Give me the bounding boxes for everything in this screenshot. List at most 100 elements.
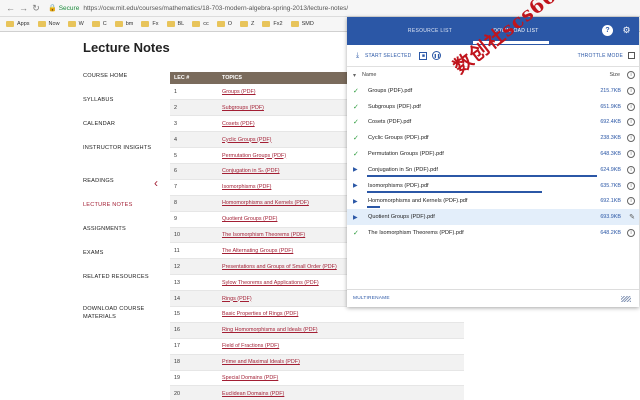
info-icon[interactable]: i: [627, 118, 635, 127]
multirename-button[interactable]: MULTIRENAME: [353, 296, 390, 301]
table-row: 20 Euclidean Domains (PDF): [170, 385, 464, 400]
bookmark-item[interactable]: W: [67, 21, 84, 27]
bookmark-item[interactable]: SMD: [290, 21, 314, 27]
reload-icon[interactable]: ↻: [32, 3, 40, 13]
file-size: 651.9KB: [600, 103, 621, 110]
lecture-topic-link[interactable]: Cyclic Groups (PDF): [222, 137, 271, 143]
bookmark-item[interactable]: Fx: [141, 21, 159, 27]
play-icon[interactable]: ▶: [353, 182, 363, 189]
lecture-topic-link[interactable]: The Isomorphism Theorems (PDF): [222, 232, 305, 238]
file-size: 692.4KB: [600, 119, 621, 126]
info-icon[interactable]: i: [627, 150, 635, 159]
bookmark-item[interactable]: Fx2: [262, 21, 283, 27]
info-icon[interactable]: i: [627, 229, 635, 238]
lecture-topic-link[interactable]: Basic Properties of Rings (PDF): [222, 311, 298, 317]
info-icon[interactable]: i: [627, 197, 635, 206]
bookmark-item[interactable]: Apps: [6, 21, 30, 27]
play-icon[interactable]: ▶: [353, 198, 363, 205]
lecture-topic-link[interactable]: Rings (PDF): [222, 296, 252, 302]
pause-icon[interactable]: ❚❚: [432, 51, 442, 60]
lecture-topic-link[interactable]: Isomorphisms (PDF): [222, 184, 271, 190]
file-name: Isomorphisms (PDF).pdf: [368, 182, 429, 189]
bookmark-item[interactable]: cc: [192, 21, 209, 27]
list-item[interactable]: ✓ Permutation Groups (PDF).pdf 648.3KB i: [347, 146, 639, 162]
nav-item-related-resources[interactable]: RELATED RESOURCES: [83, 273, 161, 281]
lecture-topic-link[interactable]: Groups (PDF): [222, 89, 256, 95]
lecture-topic-link[interactable]: Field of Fractions (PDF): [222, 343, 279, 349]
list-item[interactable]: ✓ Groups (PDF).pdf 215.7KB i: [347, 83, 639, 99]
bookmark-item[interactable]: BL: [166, 21, 184, 27]
bookmark-item[interactable]: C: [91, 21, 107, 27]
list-item[interactable]: ✓ Cyclic Groups (PDF).pdf 238.3KB i: [347, 130, 639, 146]
nav-item-download-course-materials[interactable]: DOWNLOAD COURSE MATERIALS: [83, 305, 161, 321]
lecture-topic-link[interactable]: Special Domains (PDF): [222, 375, 278, 381]
lecture-number: 8: [170, 195, 218, 212]
back-icon[interactable]: ←: [6, 3, 15, 13]
nav-item-calendar[interactable]: CALENDAR: [83, 120, 161, 128]
file-name: Permutation Groups (PDF).pdf: [368, 151, 444, 158]
nav-item-syllabus[interactable]: SYLLABUS: [83, 96, 161, 104]
info-icon[interactable]: i: [627, 86, 635, 95]
download-icon[interactable]: ⤓: [353, 51, 362, 60]
info-icon[interactable]: i: [627, 71, 635, 79]
info-icon[interactable]: i: [627, 134, 635, 143]
check-icon: ✓: [353, 87, 359, 95]
lecture-topic-link[interactable]: Conjugation in Sₙ (PDF): [222, 168, 280, 174]
bookmark-item[interactable]: Now: [37, 21, 60, 27]
gear-icon[interactable]: ⚙: [621, 25, 632, 36]
help-icon[interactable]: ?: [602, 25, 613, 36]
lecture-topic-link[interactable]: Quotient Groups (PDF): [222, 216, 277, 222]
info-icon[interactable]: i: [627, 165, 635, 174]
list-item[interactable]: ▶ Quotient Groups (PDF).pdf 693.9KB ✎: [347, 209, 639, 226]
lecture-topic-link[interactable]: Ring Homomorphisms and Ideals (PDF): [222, 327, 318, 333]
list-item[interactable]: ▶ Homomorphisms and Kernels (PDF).pdf 692.…: [347, 194, 639, 210]
file-size: 215.7KB: [600, 87, 621, 94]
forward-icon[interactable]: →: [19, 3, 28, 13]
tab-resource-list[interactable]: RESOURCE LIST: [387, 28, 473, 34]
lecture-topic-link[interactable]: Sylow Theorems and Applications (PDF): [222, 280, 319, 286]
lecture-topic-link[interactable]: The Alternating Groups (PDF): [222, 248, 293, 254]
lecture-number: 15: [170, 306, 218, 323]
lecture-topic-link[interactable]: Cosets (PDF): [222, 121, 255, 127]
nav-item-instructor-insights[interactable]: INSTRUCTOR INSIGHTS: [83, 144, 161, 152]
list-item[interactable]: ▶ Isomorphisms (PDF).pdf 635.7KB i: [347, 178, 639, 194]
secure-label: Secure: [58, 4, 80, 12]
lecture-topic-link[interactable]: Presentations and Groups of Small Order …: [222, 264, 337, 270]
list-item[interactable]: ✓ Cosets (PDF).pdf 692.4KB i: [347, 115, 639, 131]
list-item[interactable]: ✓ The Isomorphism Theorems (PDF).pdf 648.2…: [347, 225, 639, 241]
nav-item-course-home[interactable]: COURSE HOME: [83, 72, 161, 80]
info-icon[interactable]: i: [627, 102, 635, 111]
folder-icon: [114, 21, 123, 27]
start-selected-button[interactable]: START SELECTED: [365, 53, 411, 59]
lecture-topic-link[interactable]: Prime and Maximal Ideals (PDF): [222, 359, 300, 365]
table-row: 18 Prime and Maximal Ideals (PDF): [170, 354, 464, 371]
url-text[interactable]: https://ocw.mit.edu/courses/mathematics/…: [83, 5, 348, 12]
list-item[interactable]: ▶ Conjugation in Sn (PDF).pdf 624.9KB i: [347, 162, 639, 178]
sort-down-icon[interactable]: ▾: [353, 72, 356, 79]
column-name[interactable]: Name: [362, 72, 376, 78]
nav-item-readings[interactable]: READINGS: [83, 177, 161, 185]
omnibox[interactable]: 🔒 Secure https://ocw.mit.edu/courses/mat…: [48, 2, 388, 14]
nav-item-assignments[interactable]: ASSIGNMENTS: [83, 225, 161, 233]
pencil-icon[interactable]: ✎: [629, 213, 635, 221]
stop-icon[interactable]: ■: [419, 51, 428, 60]
nav-item-lecture-notes[interactable]: LECTURE NOTES: [83, 201, 161, 209]
throttle-mode-checkbox[interactable]: [628, 52, 635, 59]
column-size[interactable]: Size: [610, 72, 621, 78]
lecture-topic-link[interactable]: Euclidean Domains (PDF): [222, 391, 284, 397]
info-icon[interactable]: i: [627, 181, 635, 190]
lecture-topic-link[interactable]: Subgroups (PDF): [222, 105, 264, 111]
lecture-topic-link[interactable]: Homomorphisms and Kernels (PDF): [222, 200, 309, 206]
lecture-number: 3: [170, 115, 218, 133]
play-icon[interactable]: ▶: [353, 214, 363, 221]
bookmark-item[interactable]: O: [216, 21, 232, 27]
bookmark-label: cc: [203, 21, 209, 27]
play-icon[interactable]: ▶: [353, 166, 363, 173]
lecture-topic-link[interactable]: Permutation Groups (PDF): [222, 153, 286, 159]
lecture-topic-cell: Special Domains (PDF): [218, 370, 464, 387]
bookmark-item[interactable]: bm: [114, 21, 133, 27]
list-item[interactable]: ✓ Subgroups (PDF).pdf 651.9KB i: [347, 99, 639, 115]
nav-item-exams[interactable]: EXAMS: [83, 249, 161, 257]
resize-grip-icon[interactable]: [621, 295, 631, 302]
bookmark-item[interactable]: Z: [240, 21, 254, 27]
